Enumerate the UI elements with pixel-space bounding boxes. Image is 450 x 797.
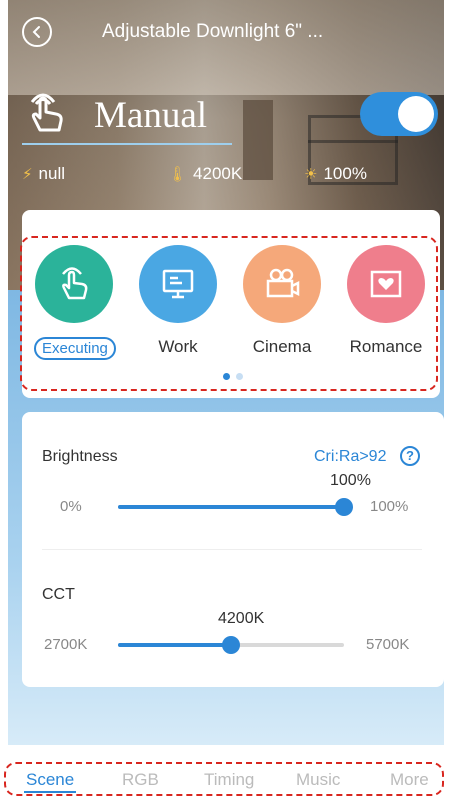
cct-thumb[interactable] [222,636,240,654]
brightness-stat: ☀ 100% [304,164,367,184]
thermometer-icon: 🌡 [168,166,188,183]
scene-bubble [139,245,217,323]
scene-label: Executing [34,337,116,360]
effect-value: null [38,164,66,183]
cct-max: 5700K [366,636,410,653]
toggle-knob [398,96,434,132]
brightness-value: 100% [330,472,371,489]
mode-label: Manual [94,95,208,136]
heart-photo-icon [370,270,402,298]
mode-underline [22,143,232,145]
scene-label: Work [158,337,198,356]
hand-pointer-icon [30,93,63,132]
page-title: Adjustable Downlight 6" ... [102,21,324,42]
cri-label: Cri:Ra>92 [314,448,387,465]
camera-icon [266,268,300,298]
pulse-icon: ⚡ [22,166,33,183]
scene-romance[interactable]: Romance [346,245,426,357]
tab-highlight-annotation [4,762,444,796]
cct-fill [118,643,231,647]
hand-icon [62,267,88,300]
power-toggle[interactable] [360,92,438,136]
brightness-min: 0% [60,498,82,515]
help-icon[interactable]: ? [400,446,420,466]
scene-label: Romance [349,337,423,356]
monitor-icon [162,269,194,299]
brightness-thumb[interactable] [335,498,353,516]
sun-icon: ☀ [304,166,318,183]
back-button[interactable] [22,17,52,47]
brightness-fill [118,505,344,509]
cct-min: 2700K [44,636,88,653]
scene-bubble [347,245,425,323]
cct-stat: 🌡 4200K [168,164,242,184]
page-dot-active [223,373,230,380]
cct-title: CCT [42,586,75,603]
scene-cinema[interactable]: Cinema [242,245,322,357]
divider [42,549,422,550]
slider-card: Brightness Cri:Ra>92 ? 100% 0% 100% CCT … [22,412,444,687]
brightness-title: Brightness [42,448,118,465]
app-screen: Adjustable Downlight 6" ... Manual ⚡ nul… [8,0,444,797]
scene-work[interactable]: Work [138,245,218,357]
cct-slider[interactable] [118,636,344,654]
page-indicator [223,373,243,380]
brightness-max: 100% [370,498,409,515]
effect-stat: ⚡ null [22,164,65,184]
page-dot [236,373,243,380]
scene-label: Cinema [252,337,312,356]
scene-executing[interactable]: Executing [34,245,116,360]
scene-bubble [35,245,113,323]
brightness-stat-value: 100% [323,164,367,183]
scene-bubble [243,245,321,323]
chevron-left-icon [32,26,40,38]
brightness-slider[interactable] [118,498,353,516]
cct-value: 4200K [218,610,265,627]
cct-stat-value: 4200K [193,164,243,183]
